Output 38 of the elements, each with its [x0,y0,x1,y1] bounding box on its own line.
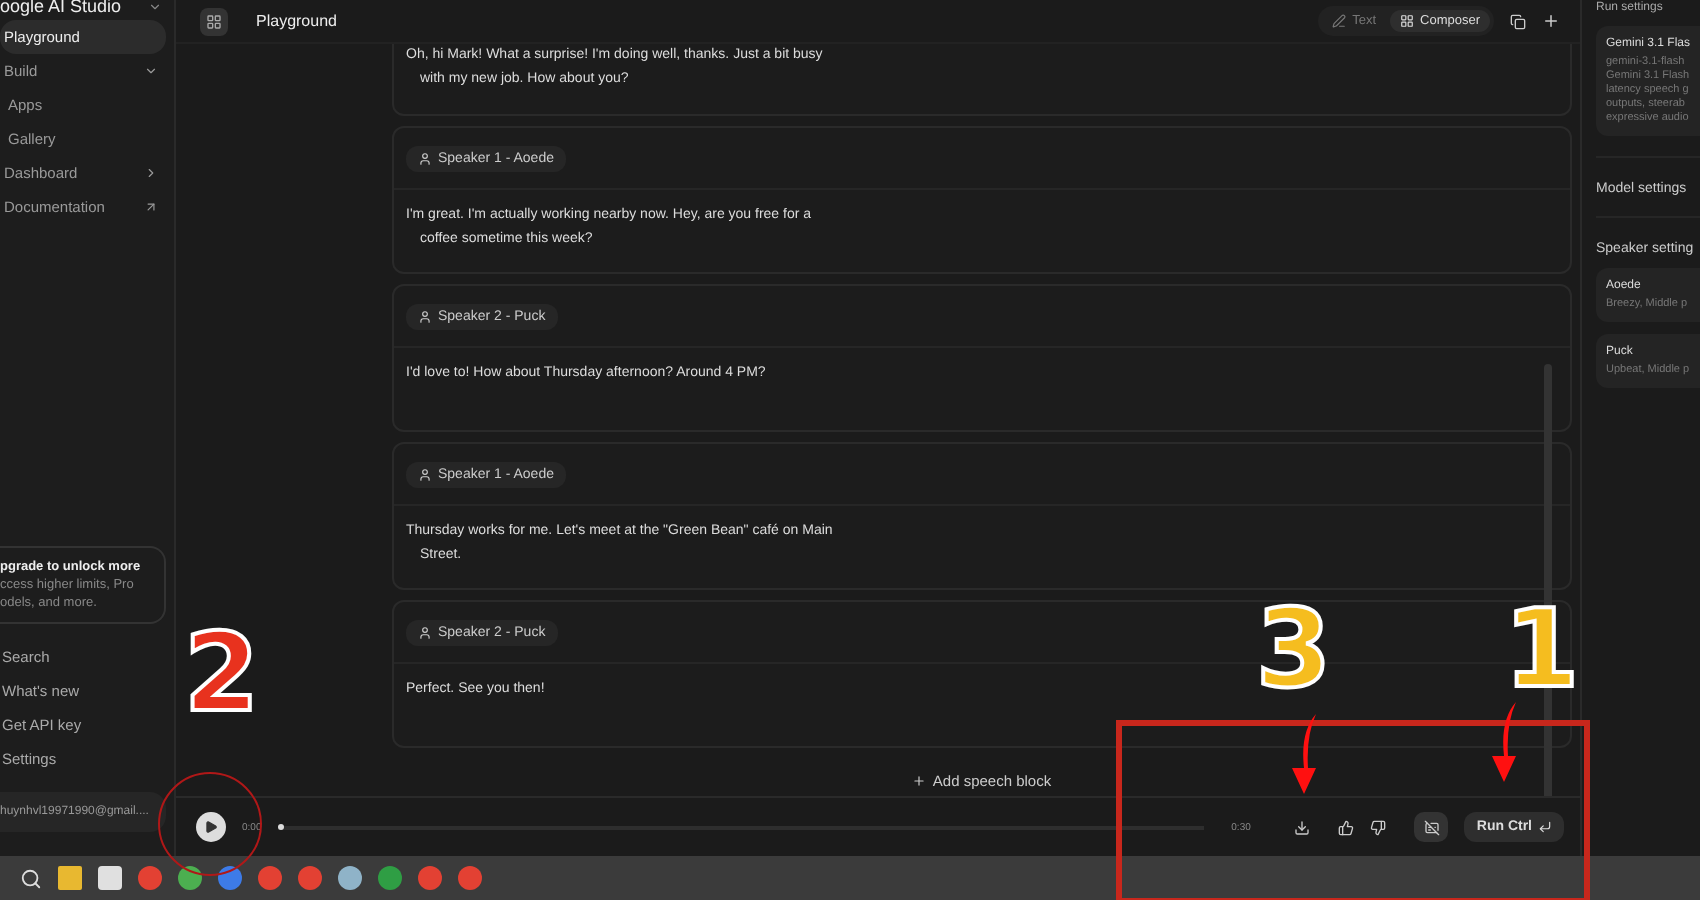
app-icon[interactable] [458,866,482,890]
app-icon[interactable] [378,866,402,890]
app-icon[interactable] [138,866,162,890]
chevron-down-icon [144,64,158,78]
thumbs-down-icon[interactable] [1370,819,1387,835]
enter-icon [1538,820,1552,834]
plus-icon [912,774,927,788]
logo-icon [200,7,228,35]
page-title: Playground [256,12,337,30]
step-number: 3 [1256,596,1332,704]
progress-thumb[interactable] [277,823,284,829]
user-icon [418,309,432,323]
app-icon[interactable] [178,866,202,890]
play-button[interactable] [196,812,226,842]
captions-off-icon [1423,819,1440,835]
app-icon[interactable] [298,866,322,890]
play-icon [204,820,218,834]
user-icon [418,625,432,639]
app-icon[interactable] [418,866,442,890]
step-number: 1 [1504,596,1580,704]
user-icon [418,467,432,481]
grid-icon [1400,14,1415,28]
user-icon [418,151,432,165]
chevron-right-icon [144,166,158,180]
copy-icon[interactable] [1510,13,1526,29]
download-icon[interactable] [1294,819,1311,835]
step-number: 2 [184,620,260,728]
thumbs-up-icon[interactable] [1338,819,1355,835]
captions-off-button[interactable] [1414,812,1449,842]
app-icon[interactable] [258,866,282,890]
plus-icon[interactable] [1542,12,1560,30]
search-icon[interactable] [20,867,42,889]
highlight-circle [158,772,262,876]
app-icon[interactable] [338,866,362,890]
external-link-icon [144,200,158,214]
app-icon[interactable] [218,866,242,890]
pen-icon [1332,14,1347,28]
chevron-down-icon [148,0,162,13]
